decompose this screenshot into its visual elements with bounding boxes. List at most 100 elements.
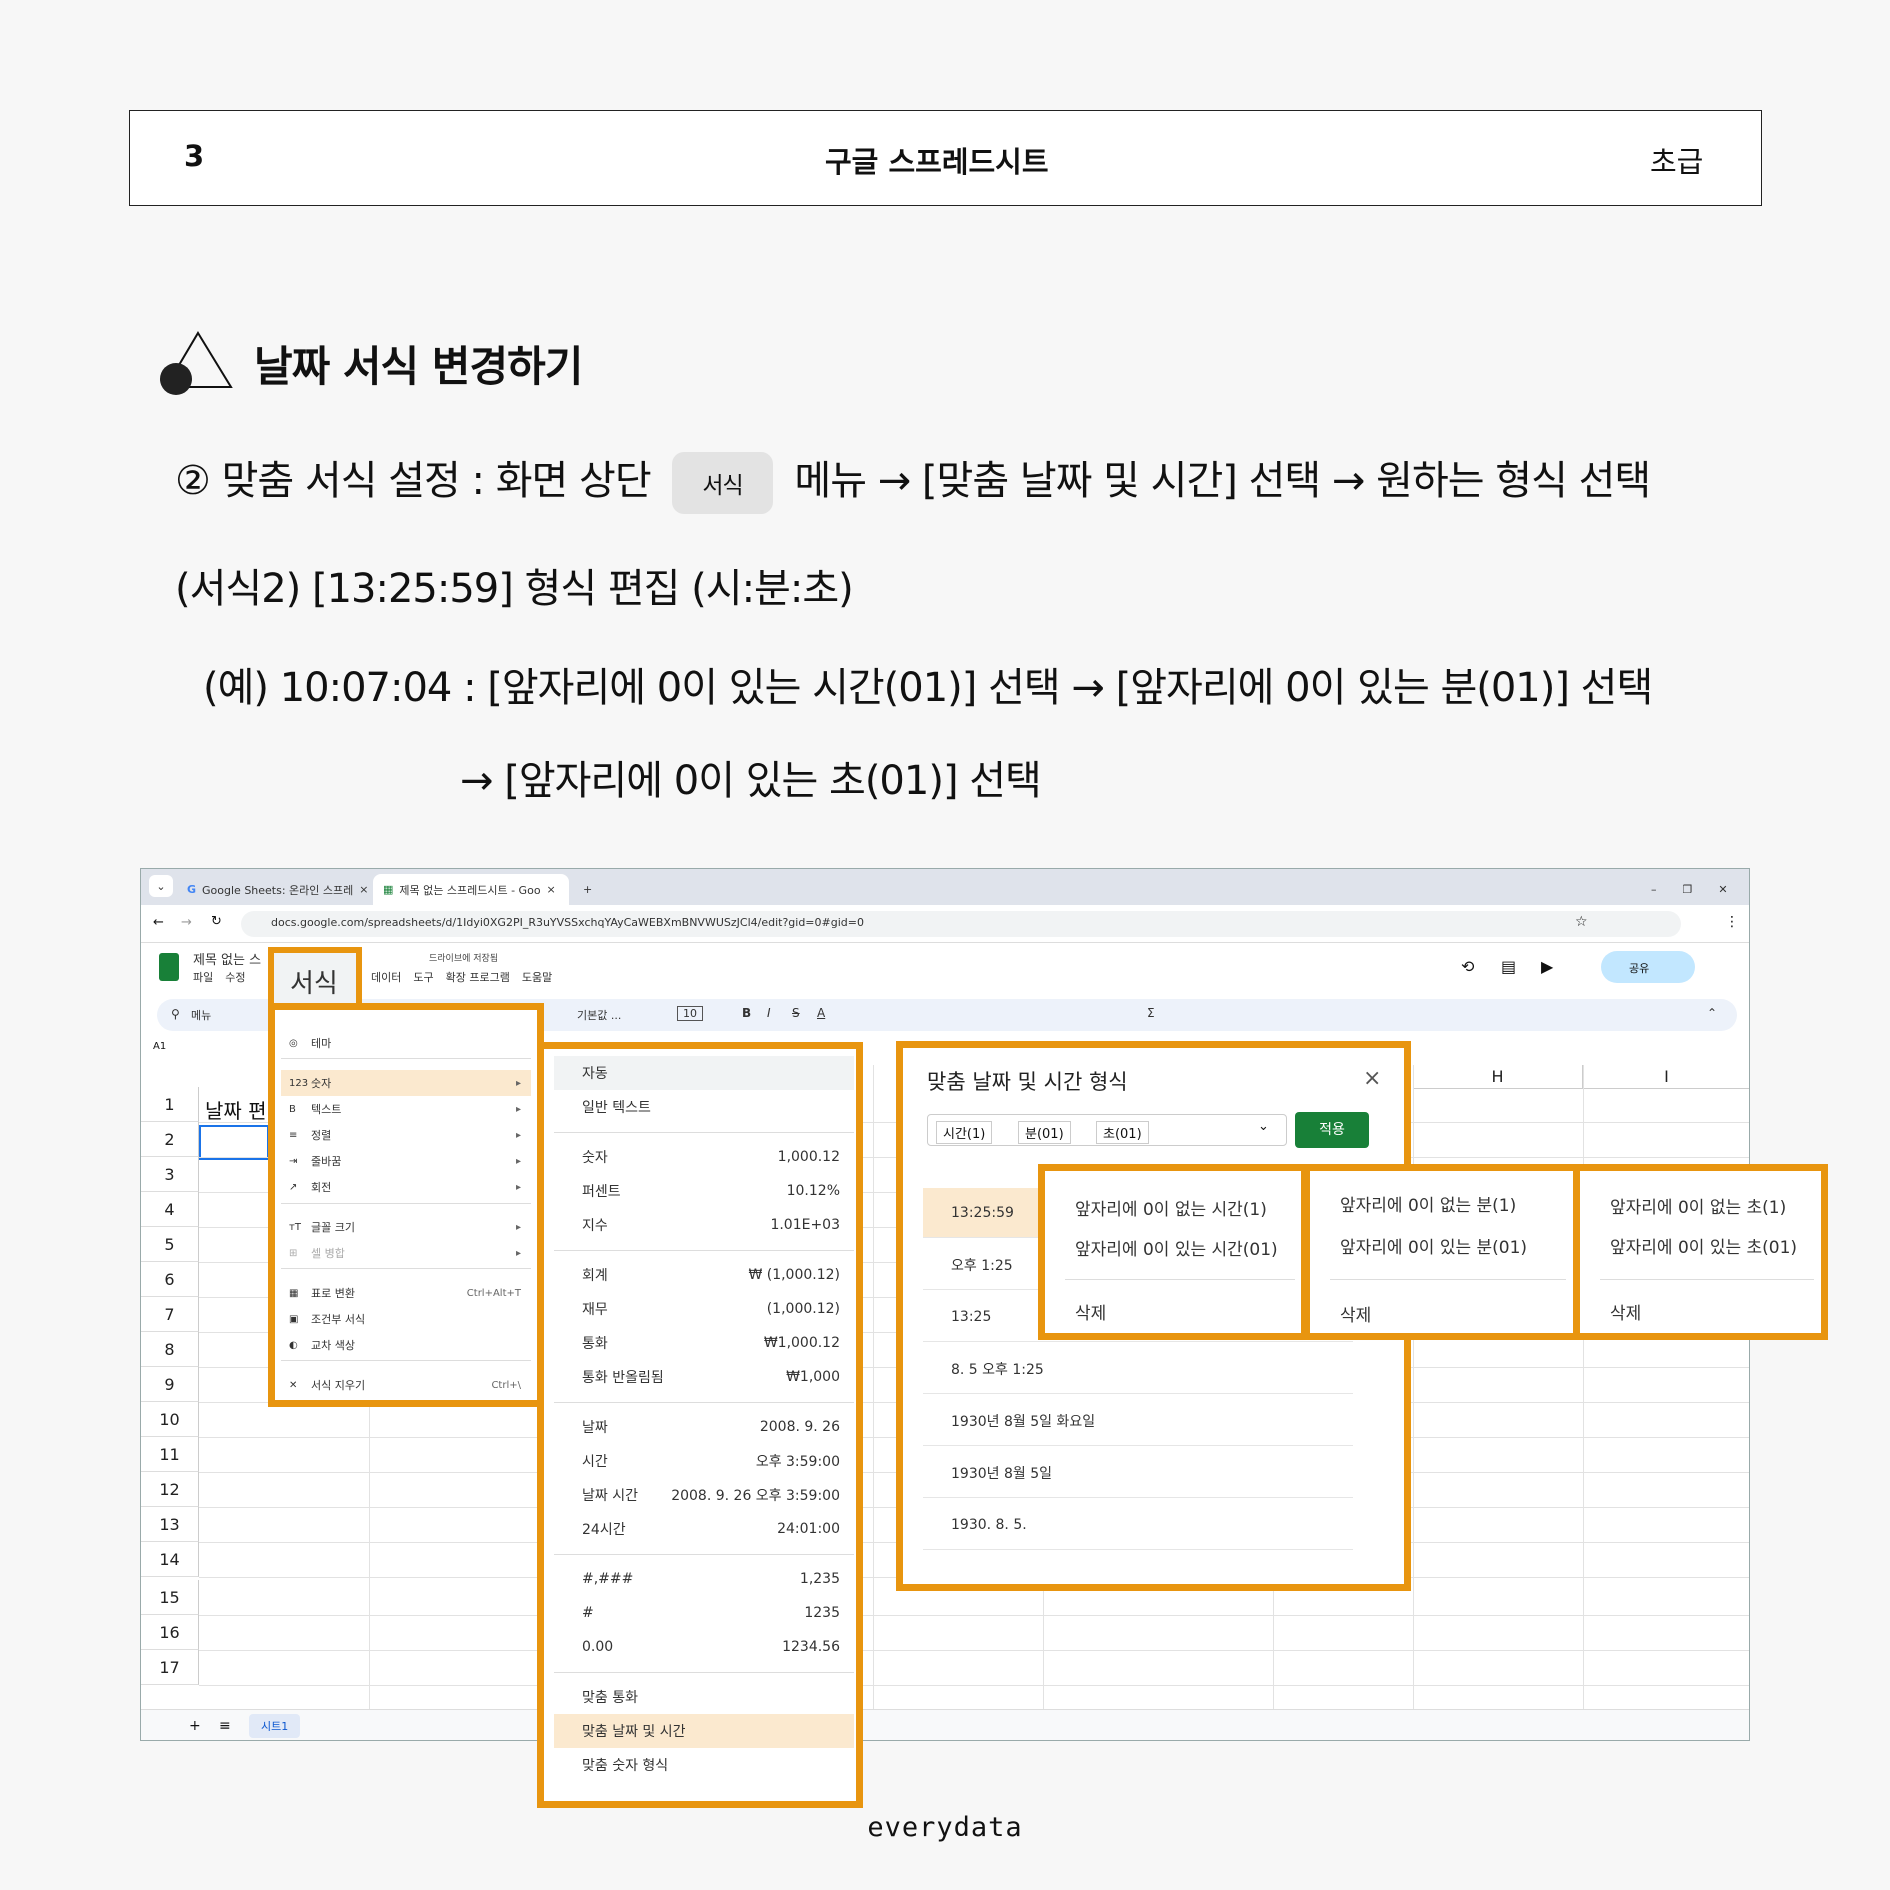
number-format-item[interactable]: 24시간 24:01:00 <box>554 1512 854 1546</box>
number-format-item[interactable]: 재무 (1,000.12) <box>554 1292 854 1326</box>
share-button[interactable]: 공유 <box>1601 951 1695 983</box>
row-header-4[interactable]: 4 <box>141 1192 199 1227</box>
hour-option-no-zero[interactable]: 앞자리에 0이 없는 시간(1) <box>1075 1195 1267 1220</box>
chevron-down-icon[interactable]: ⌄ <box>1258 1119 1269 1134</box>
format-menu-item[interactable]: ◐ 교차 색상 <box>281 1332 531 1358</box>
minute-option-leading-zero[interactable]: 앞자리에 0이 있는 분(01) <box>1340 1233 1527 1258</box>
column-header-h[interactable]: H <box>1413 1065 1583 1089</box>
token-hour[interactable]: 시간(1) <box>936 1121 993 1144</box>
menu-data[interactable]: 데이터 <box>371 969 401 985</box>
number-format-item[interactable]: 날짜 시간 2008. 9. 26 오후 3:59:00 <box>554 1478 854 1512</box>
number-format-item[interactable]: #1235 <box>554 1596 854 1630</box>
cell-ref[interactable]: A1 <box>153 1041 166 1052</box>
menu-tools[interactable]: 도구 <box>413 969 433 985</box>
row-header-5[interactable]: 5 <box>141 1227 199 1262</box>
add-sheet-icon[interactable]: + <box>189 1718 201 1734</box>
datetime-format-option[interactable]: 8. 5 오후 1:25 <box>923 1344 1353 1394</box>
datetime-format-option[interactable]: 1930년 8월 5일 화요일 <box>923 1396 1353 1446</box>
format-menu-button[interactable]: 서식 <box>268 947 362 1010</box>
number-format-item[interactable]: 지수 1.01E+03 <box>554 1208 854 1242</box>
number-format-item[interactable]: 맞춤 날짜 및 시간 <box>554 1714 854 1748</box>
format-menu-item[interactable]: B 텍스트 ▸ <box>281 1096 531 1122</box>
close-window-icon[interactable]: ✕ <box>1718 883 1727 896</box>
minute-option-no-zero[interactable]: 앞자리에 0이 없는 분(1) <box>1340 1191 1516 1216</box>
number-format-item[interactable]: 일반 텍스트 <box>554 1090 854 1124</box>
collapse-icon[interactable]: ⌃ <box>1707 1006 1717 1020</box>
row-header-2[interactable]: 2 <box>141 1122 199 1157</box>
tab-sheets-home[interactable]: G Google Sheets: 온라인 스프레 × <box>177 874 369 905</box>
row-header-13[interactable]: 13 <box>141 1507 199 1542</box>
number-format-item[interactable]: 자동 <box>554 1056 854 1090</box>
row-header-6[interactable]: 6 <box>141 1262 199 1297</box>
italic-icon[interactable]: I <box>767 1006 771 1020</box>
meet-icon[interactable]: ▶ <box>1541 957 1553 976</box>
font-size-field[interactable]: 10 <box>677 1006 703 1021</box>
number-format-item[interactable]: 퍼센트 10.12% <box>554 1174 854 1208</box>
format-token-input[interactable]: 시간(1) 분(01) 초(01) ⌄ <box>927 1114 1287 1146</box>
url-field[interactable]: docs.google.com/spreadsheets/d/1Idyi0XG2… <box>241 911 1681 937</box>
number-format-item[interactable]: 시간 오후 3:59:00 <box>554 1444 854 1478</box>
new-tab-button[interactable]: + <box>573 874 602 905</box>
minimize-icon[interactable]: – <box>1651 883 1657 896</box>
row-header-8[interactable]: 8 <box>141 1332 199 1367</box>
format-menu-item[interactable]: ▦ 표로 변환 Ctrl+Alt+T <box>281 1280 531 1306</box>
row-header-10[interactable]: 10 <box>141 1402 199 1437</box>
number-format-item[interactable]: 날짜 2008. 9. 26 <box>554 1410 854 1444</box>
font-select[interactable]: 기본값 ... <box>577 1007 621 1023</box>
format-menu-item[interactable]: ⊞ 셀 병합 ▸ <box>281 1240 531 1266</box>
number-format-item[interactable]: #,### 1,235 <box>554 1562 854 1596</box>
row-header-7[interactable]: 7 <box>141 1297 199 1332</box>
row-header-15[interactable]: 15 <box>141 1580 199 1615</box>
back-icon[interactable]: ← <box>153 915 164 930</box>
row-header-9[interactable]: 9 <box>141 1367 199 1402</box>
comment-icon[interactable]: ▤ <box>1501 957 1516 976</box>
restore-icon[interactable]: ❐ <box>1683 883 1693 896</box>
sigma-icon[interactable]: Σ <box>1147 1006 1155 1020</box>
format-menu-item[interactable]: ᴛT 글꼴 크기 ▸ <box>281 1214 531 1240</box>
number-format-item[interactable]: 0.00 1234.56 <box>554 1630 854 1664</box>
format-menu-item[interactable]: ≡ 정렬 ▸ <box>281 1122 531 1148</box>
tab-untitled-sheet[interactable]: ▦ 제목 없는 스프레드시트 - Goo × <box>373 874 569 905</box>
menu-extensions[interactable]: 확장 프로그램 <box>446 969 510 985</box>
number-format-item[interactable]: 통화 반올림됨 ₩1,000 <box>554 1360 854 1394</box>
forward-icon[interactable]: → <box>181 915 192 930</box>
row-header-17[interactable]: 17 <box>141 1650 199 1685</box>
cell-a1[interactable]: 날짜 편 <box>205 1095 267 1124</box>
doc-title[interactable]: 제목 없는 스 <box>193 949 261 968</box>
second-option-no-zero[interactable]: 앞자리에 0이 없는 초(1) <box>1610 1193 1786 1218</box>
close-icon[interactable]: × <box>547 883 556 896</box>
menu-file[interactable]: 파일 <box>193 969 213 985</box>
format-menu-item[interactable]: 123 숫자 ▸ <box>281 1070 531 1096</box>
number-format-item[interactable]: 통화 ₩1,000.12 <box>554 1326 854 1360</box>
all-sheets-icon[interactable]: ≡ <box>219 1718 231 1734</box>
row-header-14[interactable]: 14 <box>141 1542 199 1577</box>
more-icon[interactable]: ⋮ <box>1725 914 1739 930</box>
selected-cell-a2[interactable] <box>199 1125 269 1160</box>
format-menu-item[interactable]: ◎ 테마 <box>281 1030 531 1056</box>
format-menu-item[interactable]: ✕ 서식 지우기 Ctrl+\ <box>281 1372 531 1398</box>
close-icon[interactable]: × <box>359 883 368 896</box>
close-icon[interactable]: × <box>1363 1066 1381 1091</box>
strikethrough-icon[interactable]: S <box>792 1006 800 1020</box>
row-header-11[interactable]: 11 <box>141 1437 199 1472</box>
number-format-item[interactable]: 회계 ₩ (1,000.12) <box>554 1258 854 1292</box>
token-minute[interactable]: 분(01) <box>1018 1121 1071 1144</box>
menu-search[interactable]: 메뉴 <box>191 1007 211 1023</box>
hour-option-delete[interactable]: 삭제 <box>1075 1299 1106 1324</box>
format-menu-item[interactable]: ↗ 회전 ▸ <box>281 1174 531 1200</box>
datetime-format-option[interactable]: 1930. 8. 5. <box>923 1500 1353 1550</box>
format-menu-item[interactable]: ▣ 조건부 서식 <box>281 1306 531 1332</box>
number-format-item[interactable]: 숫자 1,000.12 <box>554 1140 854 1174</box>
tab-search-button[interactable]: ⌄ <box>149 875 173 897</box>
text-color-icon[interactable]: A <box>817 1006 825 1020</box>
apply-button[interactable]: 적용 <box>1295 1112 1369 1148</box>
search-icon[interactable]: ⚲ <box>171 1007 180 1021</box>
sheet-tab-1[interactable]: 시트1 <box>249 1714 301 1738</box>
number-format-item[interactable]: 맞춤 숫자 형식 <box>554 1748 854 1782</box>
number-format-item[interactable]: 맞춤 통화 <box>554 1680 854 1714</box>
column-header-i[interactable]: I <box>1583 1065 1749 1089</box>
minute-option-delete[interactable]: 삭제 <box>1340 1301 1371 1326</box>
star-icon[interactable]: ☆ <box>1575 914 1588 930</box>
second-option-leading-zero[interactable]: 앞자리에 0이 있는 초(01) <box>1610 1233 1797 1258</box>
reload-icon[interactable]: ↻ <box>211 914 222 929</box>
